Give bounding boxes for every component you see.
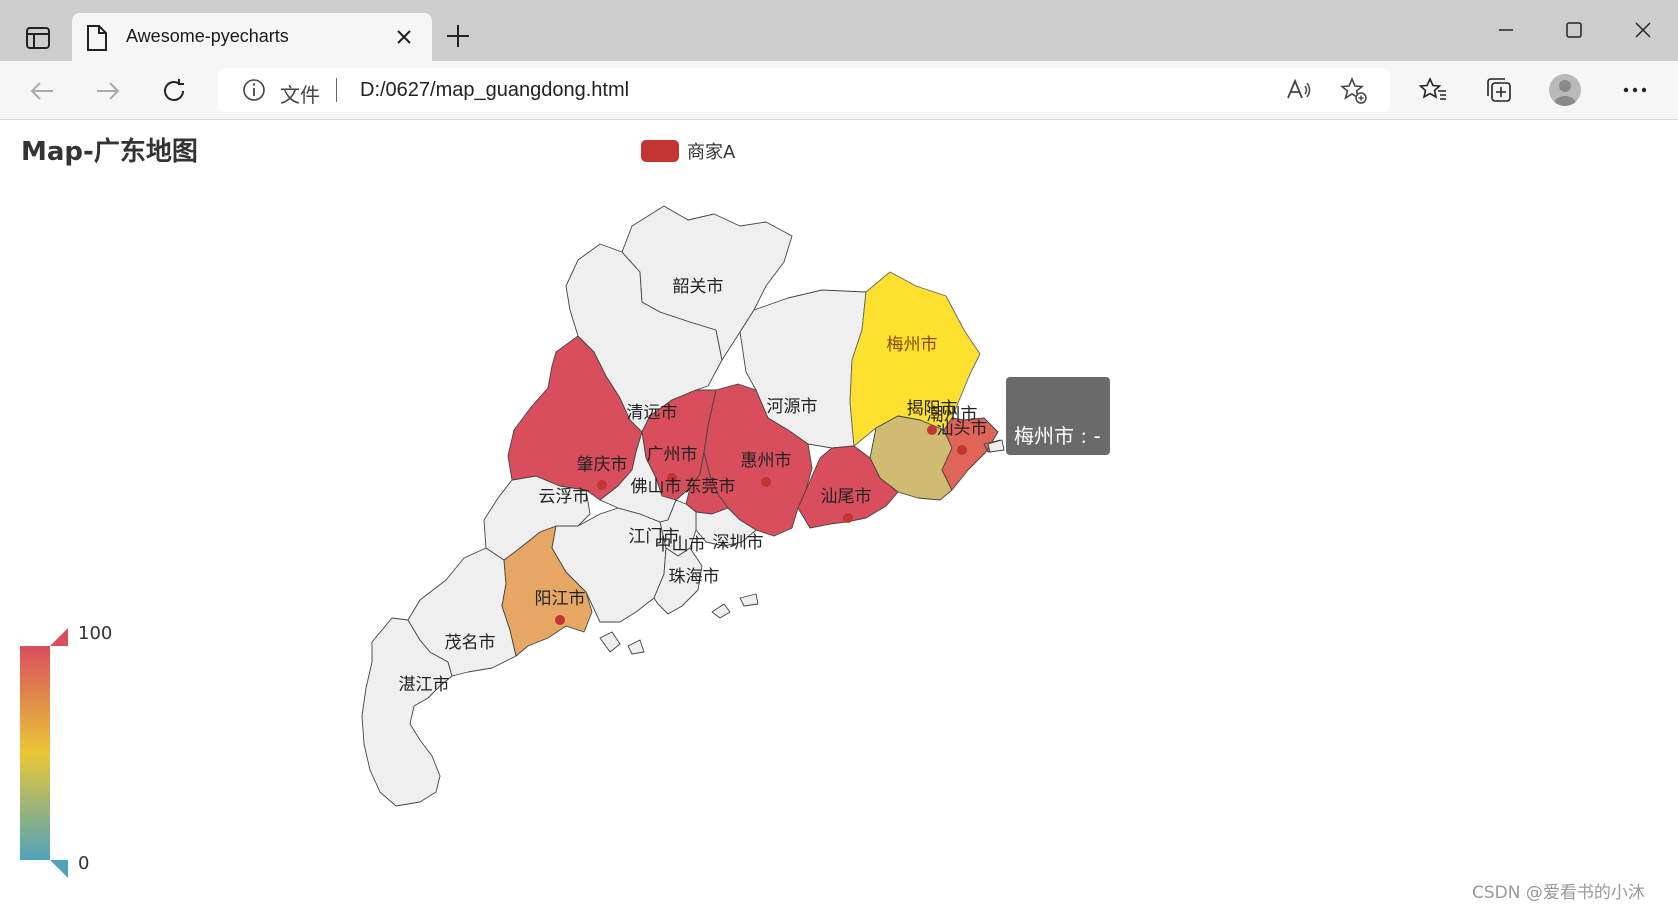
info-icon[interactable] xyxy=(242,78,266,106)
label-foshan: 佛山市 xyxy=(631,477,682,497)
label-heyuan: 河源市 xyxy=(767,397,818,417)
label-yunfu: 云浮市 xyxy=(539,487,590,507)
read-aloud-icon[interactable] xyxy=(1286,78,1312,108)
marker-shantou xyxy=(957,445,967,455)
refresh-button[interactable] xyxy=(158,75,190,107)
close-icon[interactable] xyxy=(392,25,416,49)
label-guangzhou: 广州市 xyxy=(647,445,698,465)
profile-avatar-icon[interactable] xyxy=(1548,73,1582,107)
marker-shanwei xyxy=(843,513,853,523)
label-dongguan: 东莞市 xyxy=(685,477,736,497)
guangdong-map: 韶关市 清远市 河源市 梅州市 肇庆市 广州市 惠州市 揭阳市 潮州市 汕头市 … xyxy=(20,205,1005,878)
tab-actions-icon[interactable] xyxy=(18,18,58,58)
label-zhaoqing: 肇庆市 xyxy=(577,455,628,475)
label-huizhou: 惠州市 xyxy=(741,451,792,471)
address-prefix: 文件 xyxy=(280,83,320,107)
tab-title: Awesome-pyecharts xyxy=(126,26,289,46)
label-shanwei: 汕尾市 xyxy=(821,487,872,507)
browser-tab[interactable]: Awesome-pyecharts xyxy=(72,13,432,61)
watermark: CSDN @爱看书的小沐 xyxy=(1472,883,1645,903)
back-button[interactable] xyxy=(26,75,58,107)
forward-button[interactable] xyxy=(92,75,124,107)
more-options-icon[interactable] xyxy=(1618,73,1652,107)
new-tab-button[interactable] xyxy=(444,22,472,50)
browser-toolbar: 文件 D:/0627/map_guangdong.html xyxy=(0,61,1678,120)
window-close-button[interactable] xyxy=(1618,14,1668,46)
add-favorite-icon[interactable] xyxy=(1339,76,1368,109)
visual-map[interactable] xyxy=(20,628,68,878)
favorites-icon[interactable] xyxy=(1416,73,1450,107)
label-zhanjiang: 湛江市 xyxy=(399,675,450,695)
label-qingyuan: 清远市 xyxy=(627,403,678,423)
minimize-button[interactable] xyxy=(1481,14,1531,46)
url-text[interactable]: D:/0627/map_guangdong.html xyxy=(360,79,629,102)
label-zhuhai: 珠海市 xyxy=(669,567,720,587)
visual-map-bar xyxy=(20,646,50,860)
page-icon xyxy=(86,25,108,55)
map-tooltip: 梅州市 : - xyxy=(1006,377,1110,455)
visual-map-min-label: 0 xyxy=(78,853,90,874)
tooltip-text: 梅州市 : - xyxy=(1014,424,1101,448)
browser-titlebar: Awesome-pyecharts xyxy=(0,0,1678,61)
marker-huizhou xyxy=(761,477,771,487)
label-shenzhen: 深圳市 xyxy=(713,533,764,553)
maximize-button[interactable] xyxy=(1549,14,1599,46)
label-shantou: 汕头市 xyxy=(937,419,988,439)
label-maoming: 茂名市 xyxy=(445,633,496,653)
address-bar[interactable]: 文件 D:/0627/map_guangdong.html xyxy=(218,68,1390,112)
marker-zhaoqing xyxy=(597,480,607,490)
visual-map-bottom-handle[interactable] xyxy=(50,860,68,878)
label-yangjiang: 阳江市 xyxy=(535,589,586,609)
marker-yangjiang xyxy=(555,615,565,625)
marker-jieyang xyxy=(927,425,937,435)
visual-map-top-handle[interactable] xyxy=(50,628,68,646)
visual-map-max-label: 100 xyxy=(78,623,113,644)
collections-icon[interactable] xyxy=(1482,73,1516,107)
address-separator xyxy=(336,78,337,102)
label-shaoguan: 韶关市 xyxy=(673,277,724,297)
label-meizhou: 梅州市 xyxy=(887,335,938,355)
label-zhongshan: 中山市 xyxy=(655,535,706,555)
